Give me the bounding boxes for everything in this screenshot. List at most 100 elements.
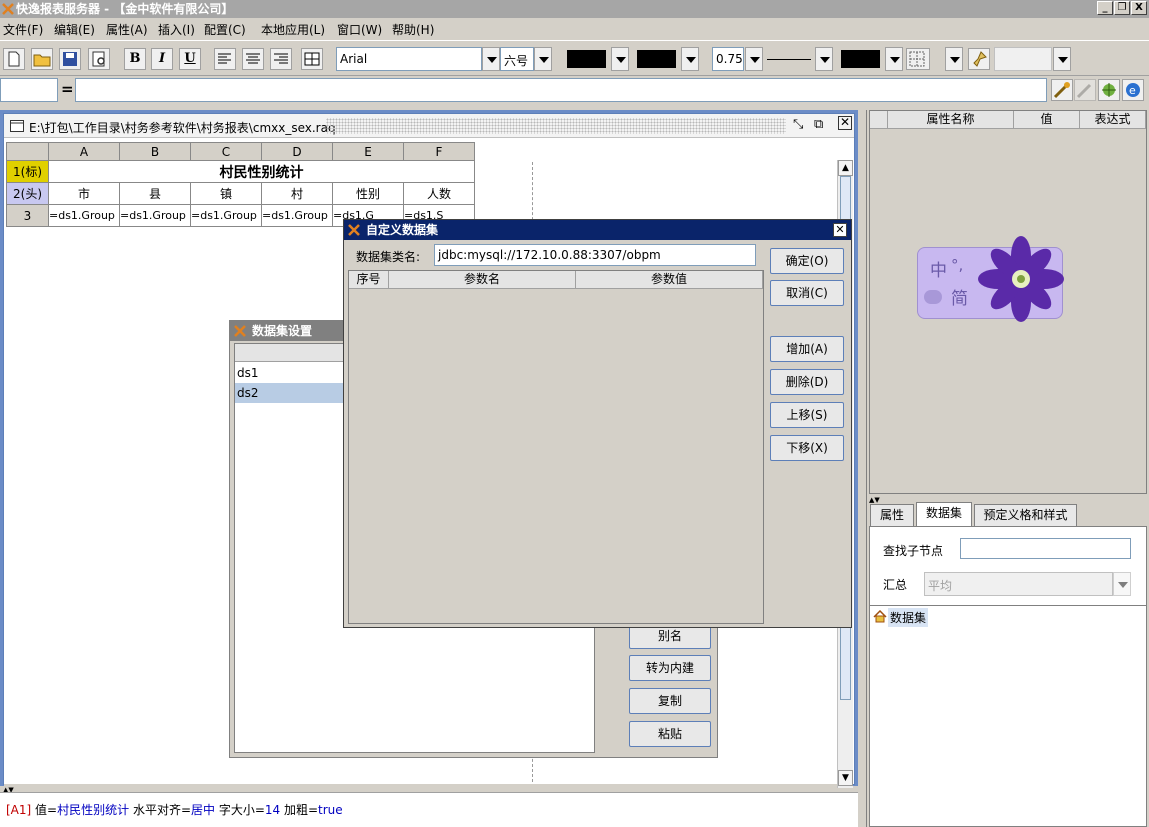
document-path: E:\打包\工作目录\村务参考软件\村务报表\cmxx_sex.raq <box>29 121 336 135</box>
menu-window[interactable]: 窗口(W) <box>337 21 382 39</box>
line-width-dropdown[interactable] <box>745 47 763 71</box>
copy-button[interactable]: 复制 <box>629 688 711 714</box>
zoom-dropdown[interactable] <box>1053 47 1071 71</box>
expression-wizard-icon[interactable] <box>1051 79 1073 101</box>
tree-root-dataset[interactable]: 数据集 <box>888 608 929 627</box>
italic-button[interactable]: I <box>151 48 173 70</box>
paste-button[interactable]: 粘贴 <box>629 721 711 747</box>
dataset-tab-panel: 查找子节点 汇总 平均 数据集 <box>869 526 1147 827</box>
format-brush-icon[interactable] <box>968 48 990 70</box>
data-cell-a3[interactable]: =ds1.Group <box>48 204 120 227</box>
font-family-select[interactable]: Arial <box>336 47 482 71</box>
ok-button[interactable]: 确定(O) <box>770 248 844 274</box>
menu-config[interactable]: 配置(C) <box>204 21 246 39</box>
summary-dropdown[interactable] <box>1113 572 1131 596</box>
line-style-dropdown[interactable] <box>815 47 833 71</box>
ime-chinese-mode[interactable]: 中 <box>930 256 947 281</box>
align-right-icon[interactable] <box>270 48 292 70</box>
font-family-dropdown[interactable] <box>482 47 500 71</box>
data-cell-d3[interactable]: =ds1.Group <box>261 204 333 227</box>
splitter-arrows[interactable]: ▲▼ <box>869 496 880 504</box>
underline-button[interactable]: U <box>179 48 201 70</box>
splitter[interactable] <box>4 784 837 786</box>
search-input[interactable] <box>960 538 1131 559</box>
header-cell-county[interactable]: 县 <box>119 182 191 205</box>
window-title: 快逸报表服务器 - 【金中软件有限公司】 <box>16 2 234 16</box>
row-label-3[interactable]: 3 <box>6 204 49 227</box>
col-header-b[interactable]: B <box>119 142 191 161</box>
line-width-value: 0.75 <box>716 52 743 66</box>
summary-select[interactable]: 平均 <box>924 572 1113 596</box>
ime-punct-mode[interactable]: °, <box>951 256 963 274</box>
close-doc-icon[interactable]: ✕ <box>838 116 852 130</box>
new-file-icon[interactable] <box>3 48 25 70</box>
dataset-tool-icon[interactable] <box>1098 79 1120 101</box>
ime-simplified-mode[interactable]: 简 <box>951 284 968 309</box>
menu-edit[interactable]: 编辑(E) <box>54 21 95 39</box>
header-cell-gender[interactable]: 性别 <box>332 182 404 205</box>
print-preview-icon[interactable] <box>88 48 110 70</box>
menu-local-apps[interactable]: 本地应用(L) <box>261 21 325 39</box>
bold-button[interactable]: B <box>124 48 146 70</box>
close-button[interactable]: X <box>1131 1 1147 15</box>
menu-file[interactable]: 文件(F) <box>3 21 43 39</box>
dataset-class-input[interactable]: jdbc:mysql://172.10.0.88:3307/obpm <box>434 244 756 266</box>
menu-properties[interactable]: 属性(A) <box>106 21 148 39</box>
tab-dataset[interactable]: 数据集 <box>916 502 972 526</box>
col-header-e[interactable]: E <box>332 142 404 161</box>
col-header-f[interactable]: F <box>403 142 475 161</box>
move-down-button[interactable]: 下移(X) <box>770 435 844 461</box>
cancel-button[interactable]: 取消(C) <box>770 280 844 306</box>
scroll-down-icon[interactable]: ▼ <box>838 770 853 786</box>
move-up-button[interactable]: 上移(S) <box>770 402 844 428</box>
formula-input[interactable] <box>75 78 1047 102</box>
align-center-icon[interactable] <box>242 48 264 70</box>
border-style-dropdown[interactable] <box>945 47 963 71</box>
title-cell[interactable]: 村民性别统计 <box>48 160 475 183</box>
tab-properties[interactable]: 属性 <box>870 504 914 526</box>
data-cell-c3[interactable]: =ds1.Group <box>190 204 262 227</box>
ime-widget[interactable]: 中 °, 简 <box>917 236 1064 322</box>
border-style-icon[interactable] <box>906 48 930 70</box>
save-icon[interactable] <box>59 48 81 70</box>
menu-help[interactable]: 帮助(H) <box>392 21 434 39</box>
col-header-c[interactable]: C <box>190 142 262 161</box>
add-button[interactable]: 增加(A) <box>770 336 844 362</box>
tab-predefined-styles[interactable]: 预定义格和样式 <box>974 504 1077 526</box>
header-cell-count[interactable]: 人数 <box>403 182 475 205</box>
line-width-select[interactable]: 0.75 <box>712 47 744 71</box>
header-cell-town[interactable]: 镇 <box>190 182 262 205</box>
foreground-color-dropdown[interactable] <box>611 47 629 71</box>
foreground-color-swatch[interactable] <box>567 50 606 68</box>
header-cell-village[interactable]: 村 <box>261 182 333 205</box>
convert-builtin-button[interactable]: 转为内建 <box>629 655 711 681</box>
row-label-title[interactable]: 1(标) <box>6 160 49 183</box>
row-label-header[interactable]: 2(头) <box>6 182 49 205</box>
data-cell-b3[interactable]: =ds1.Group <box>119 204 191 227</box>
open-folder-icon[interactable] <box>31 48 53 70</box>
cell-format-icon[interactable] <box>301 48 323 70</box>
font-size-select[interactable]: 六号 <box>500 47 534 71</box>
header-cell-city[interactable]: 市 <box>48 182 120 205</box>
maximize-doc-icon[interactable]: ⧉ <box>814 117 823 132</box>
border-color-swatch[interactable] <box>841 50 880 68</box>
cell-reference-field[interactable] <box>0 78 58 102</box>
minimize-button[interactable]: _ <box>1097 1 1113 15</box>
zoom-select[interactable] <box>994 47 1052 71</box>
line-style-preview[interactable] <box>767 59 811 60</box>
border-color-dropdown[interactable] <box>885 47 903 71</box>
col-header-d[interactable]: D <box>261 142 333 161</box>
menu-insert[interactable]: 插入(I) <box>158 21 195 39</box>
background-color-swatch[interactable] <box>637 50 676 68</box>
col-header-a[interactable]: A <box>48 142 120 161</box>
background-color-dropdown[interactable] <box>681 47 699 71</box>
scroll-up-icon[interactable]: ▲ <box>838 160 853 176</box>
param-col-value: 参数值 <box>576 271 763 289</box>
align-left-icon[interactable] <box>214 48 236 70</box>
minimize-doc-icon[interactable]: ⤡ <box>793 117 803 132</box>
delete-button[interactable]: 删除(D) <box>770 369 844 395</box>
browser-preview-icon[interactable]: e <box>1122 79 1144 101</box>
custom-dataset-close-icon[interactable]: ✕ <box>833 223 847 237</box>
restore-button[interactable]: ❐ <box>1114 1 1130 15</box>
font-size-dropdown[interactable] <box>534 47 552 71</box>
